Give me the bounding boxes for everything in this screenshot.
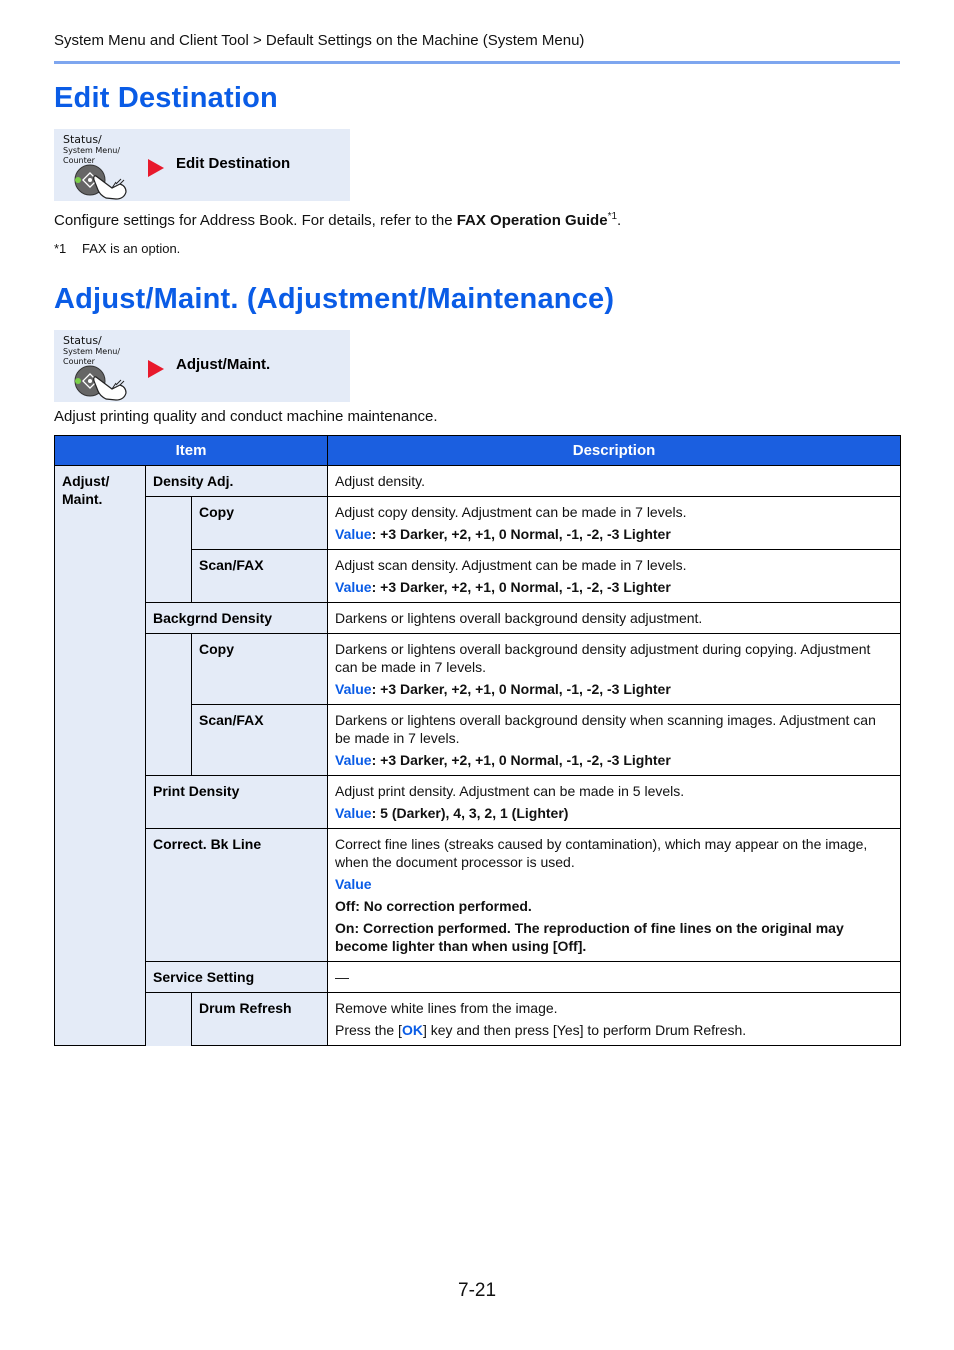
section-title-edit-destination: Edit Destination [54,82,278,114]
item-label: Drum Refresh [190,992,329,1046]
value-line: Value: 5 (Darker), 4, 3, 2, 1 (Lighter) [335,805,569,821]
ok-key-label: OK [401,1022,423,1038]
item-label: Scan/FAX [190,704,329,776]
indent-spacer [145,496,192,603]
nav-path-box: Status/ System Menu/ Counter Edit Destin… [54,129,350,201]
item-label: Copy [190,496,329,550]
table-row: Copy Adjust copy density. Adjustment can… [55,496,902,603]
item-description: Correct fine lines (streaks caused by co… [327,828,902,962]
key-label: Status/ [63,133,102,146]
table-row: Print Density Adjust print density. Adju… [55,775,902,829]
table-row: Copy Darkens or lightens overall backgro… [55,633,902,776]
column-header-description: Description [327,435,902,466]
item-description: Darkens or lightens overall background d… [327,602,902,634]
value-line: Value: +3 Darker, +2, +1, 0 Normal, -1, … [335,681,671,697]
table-header-row: Item Description [53,435,902,466]
table-row: Adjust/ Maint. Density Adj. Adjust densi… [54,465,902,1046]
item-label: Scan/FAX [190,549,329,603]
item-description: Adjust density. [327,465,902,497]
settings-table: Item Description Adjust/ Maint. Density … [53,435,902,1046]
item-label: Service Setting [144,961,329,993]
footnote: *1 FAX is an option. [54,241,180,256]
table-row: Service Setting — [55,961,902,993]
column-header-item: Item [53,435,329,466]
table-row: Backgrnd Density Darkens or lightens ove… [55,602,902,634]
section-description: Adjust printing quality and conduct mach… [54,408,438,425]
status-system-menu-key-icon: Status/ System Menu/ Counter [62,333,142,401]
page-number: 7-21 [458,1280,497,1301]
footnote-text: FAX is an option. [82,241,181,256]
footnote-mark: *1 [54,241,67,256]
value-line: Value: +3 Darker, +2, +1, 0 Normal, -1, … [335,526,671,542]
value-line: Value: +3 Darker, +2, +1, 0 Normal, -1, … [335,752,671,768]
section-description: Configure settings for Address Book. For… [54,211,622,229]
indent-spacer [145,633,192,776]
header-rule [54,61,900,64]
value-heading: Value [335,876,372,892]
item-label: Correct. Bk Line [144,828,329,962]
item-description: Adjust scan density. Adjustment can be m… [327,549,902,603]
key-label: System Menu/ [63,146,121,155]
key-press-hand-icon [74,164,127,200]
item-description: — [327,961,902,993]
root-item-adjust-maint: Adjust/ Maint. [54,465,146,1046]
item-label: Density Adj. [144,465,329,497]
value-line: Value: +3 Darker, +2, +1, 0 Normal, -1, … [335,579,671,595]
nav-path-box: Status/ System Menu/ Counter Adjust/Main… [54,330,350,402]
value-option: Off: No correction performed. [335,898,532,914]
key-label: System Menu/ [63,347,121,356]
item-label: Print Density [144,775,329,829]
value-option: On: Correction performed. The reproducti… [335,920,844,954]
item-description: Darkens or lightens overall background d… [327,633,902,705]
item-label: Copy [190,633,329,705]
fax-operation-guide-ref: FAX Operation Guide [456,212,608,229]
nav-path-label: Adjust/Maint. [176,356,271,373]
drum-refresh-note: Press the [OK] key and then press [Yes] … [335,1022,747,1038]
table-row: Drum Refresh Remove white lines from the… [55,992,902,1046]
arrow-right-icon [148,159,164,177]
nav-path-label: Edit Destination [176,155,291,172]
item-description: Adjust copy density. Adjustment can be m… [327,496,902,550]
arrow-right-icon [148,360,164,378]
item-description: Remove white lines from the image. Press… [327,992,902,1046]
status-system-menu-key-icon: Status/ System Menu/ Counter [62,132,142,200]
item-description: Adjust print density. Adjustment can be … [327,775,902,829]
section-title-adjust-maint: Adjust/Maint. (Adjustment/Maintenance) [54,283,615,315]
footnote-ref: *1 [607,211,618,222]
item-label: Backgrnd Density [144,602,329,634]
breadcrumb: System Menu and Client Tool > Default Se… [54,32,585,49]
key-label: Status/ [63,334,102,347]
table-row: Correct. Bk Line Correct fine lines (str… [55,828,902,962]
item-description: Darkens or lightens overall background d… [327,704,902,776]
indent-spacer [145,992,192,1046]
key-press-hand-icon [74,365,127,401]
